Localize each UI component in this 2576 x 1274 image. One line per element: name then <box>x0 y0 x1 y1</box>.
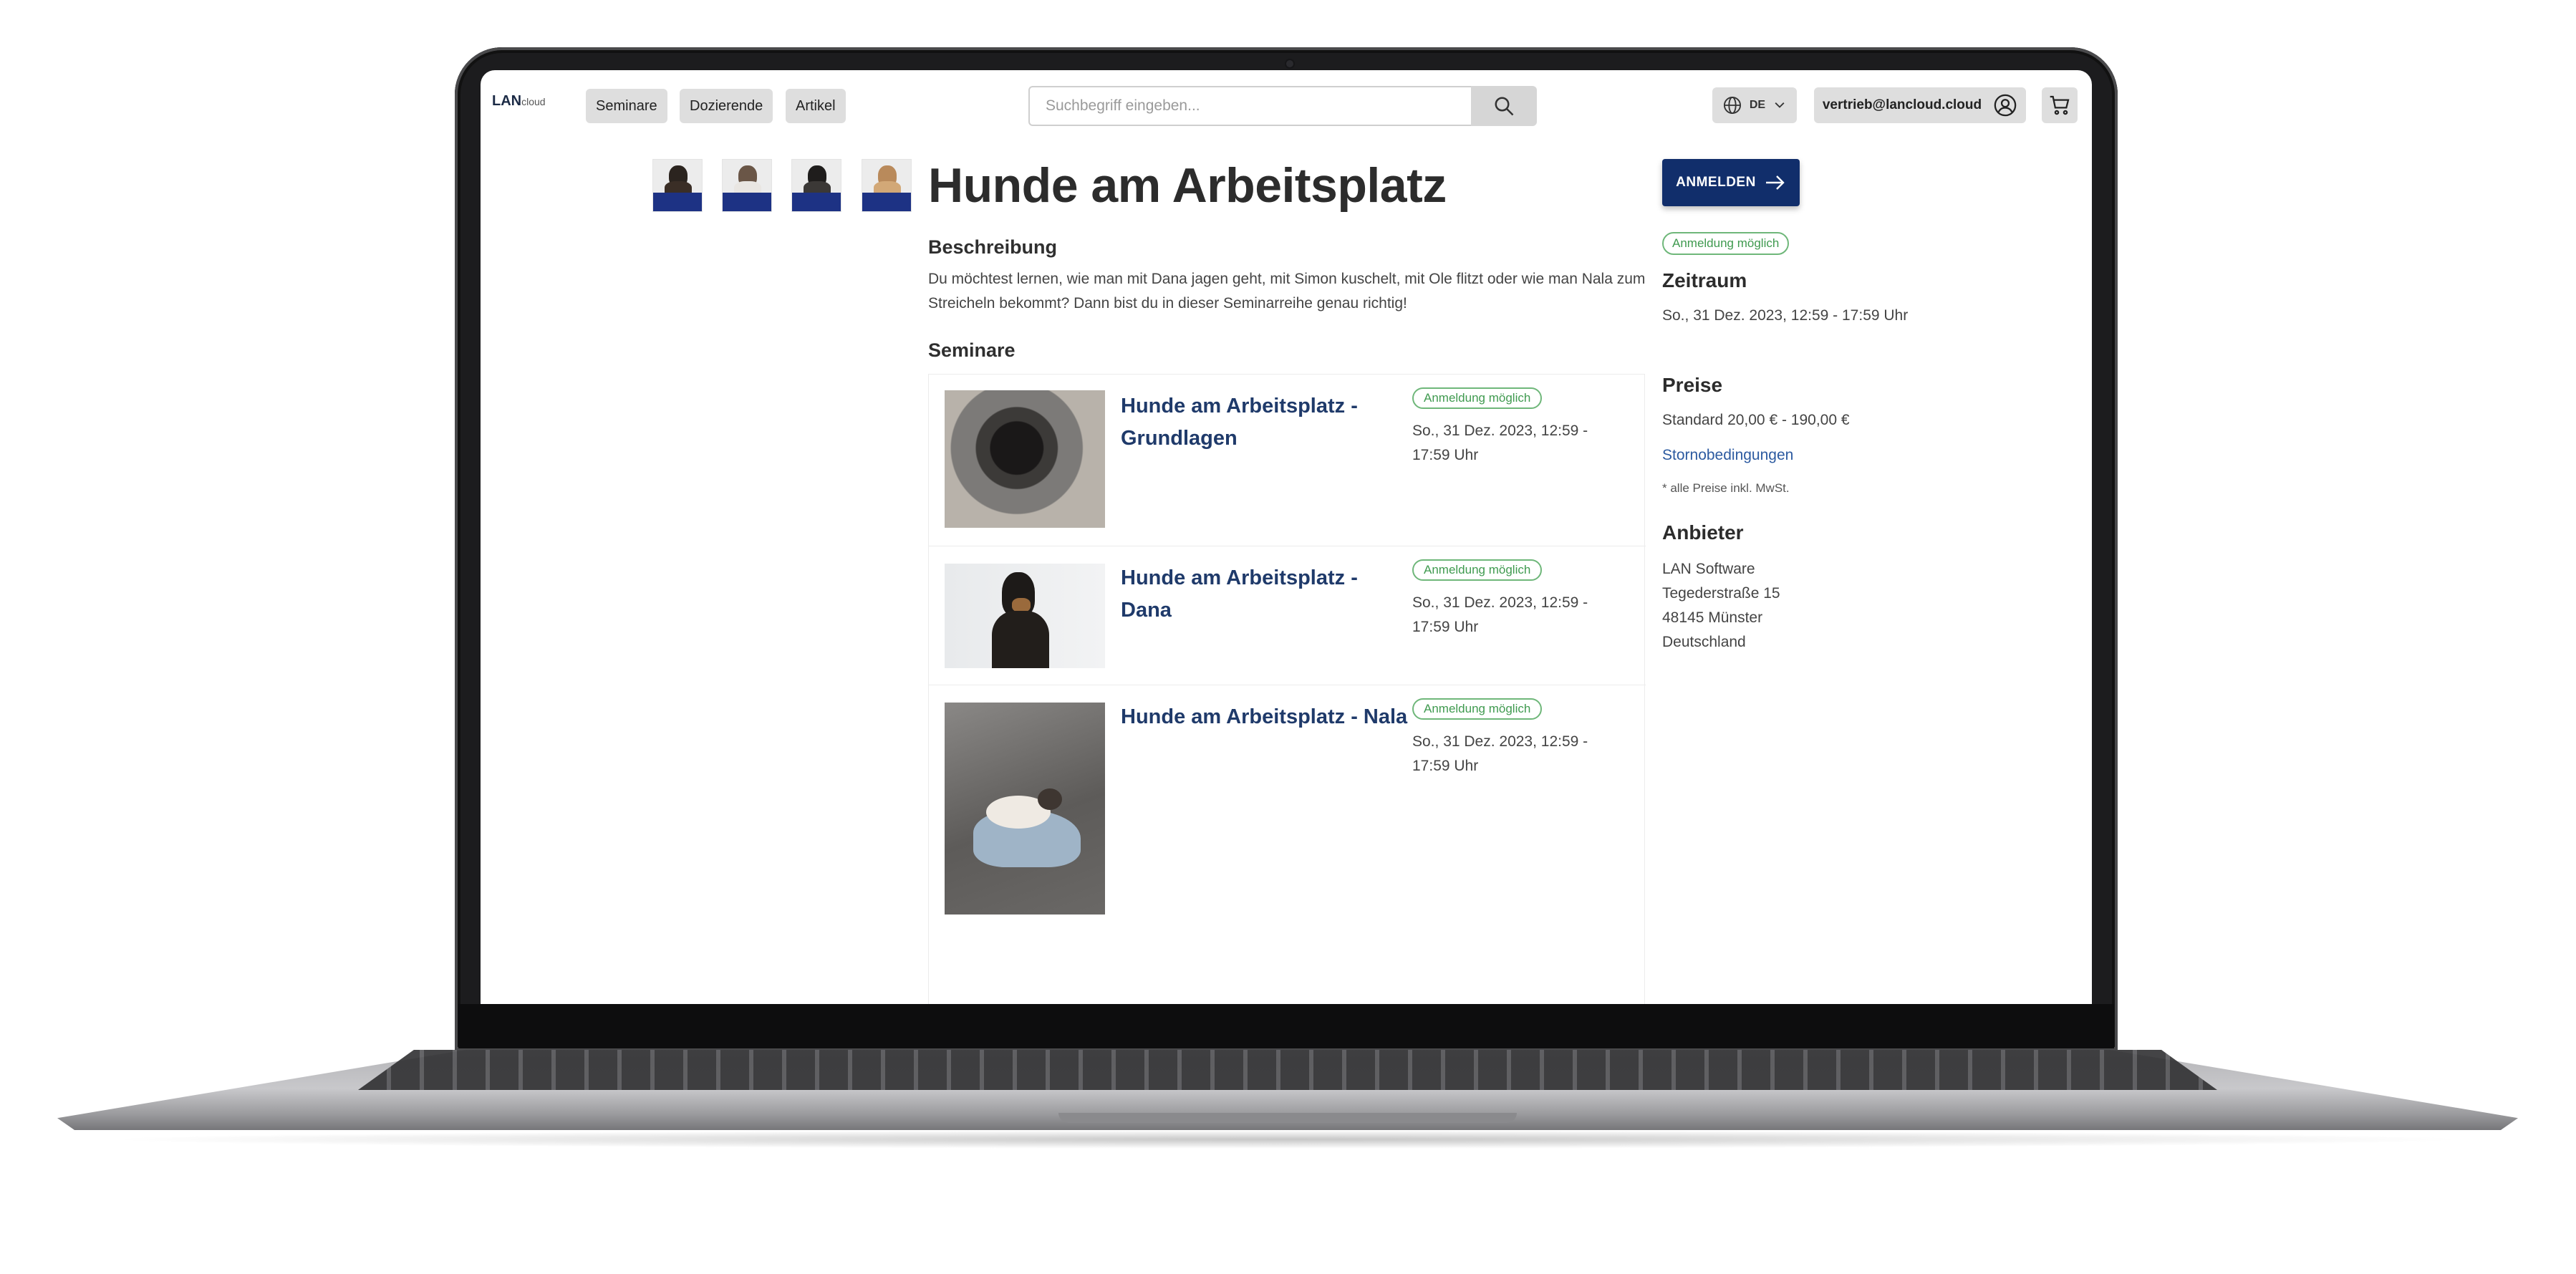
seminar-card[interactable]: Hunde am Arbeitsplatz - Grundlagen Anmel… <box>929 375 1646 546</box>
status-badge: Anmeldung möglich <box>1412 559 1543 581</box>
chevron-down-icon <box>1775 102 1785 108</box>
thumbnail-band <box>653 193 702 211</box>
laptop-shadow <box>100 1130 2475 1149</box>
site-logo[interactable]: LANcloud <box>492 93 546 110</box>
user-email: vertrieb@lancloud.cloud <box>1822 97 1982 112</box>
gallery-thumbnail[interactable] <box>862 159 912 212</box>
seminar-date: So., 31 Dez. 2023, 12:59 - 17:59 Uhr <box>1412 423 1588 463</box>
description-heading: Beschreibung <box>928 236 1058 258</box>
globe-icon <box>1723 96 1741 115</box>
seminar-title-link[interactable]: Hunde am Arbeitsplatz - Grundlagen <box>1121 390 1407 455</box>
seminar-card[interactable]: Hunde am Arbeitsplatz - Nala Anmeldung m… <box>929 685 1646 1004</box>
gallery-thumbnail[interactable] <box>652 159 703 212</box>
thumbnail-band <box>862 193 911 211</box>
provider-line: Tegederstraße 15 <box>1662 585 1780 602</box>
seminar-image <box>945 703 1105 915</box>
seminars-heading: Seminare <box>928 339 1016 361</box>
logo-text: LAN <box>492 93 522 109</box>
search-bar <box>1028 86 1537 126</box>
register-button[interactable]: ANMELDEN <box>1662 159 1800 206</box>
thumbnail-band <box>792 193 841 211</box>
status-badge: Anmeldung möglich <box>1412 387 1543 409</box>
laptop-keyboard <box>358 1050 2217 1090</box>
laptop-notch <box>1058 1113 1517 1123</box>
period-heading: Zeitraum <box>1662 269 1747 291</box>
status-badge: Anmeldung möglich <box>1662 232 1790 255</box>
seminar-date: So., 31 Dez. 2023, 12:59 - 17:59 Uhr <box>1412 733 1588 774</box>
description-text: Du möchtest lernen, wie man mit Dana jag… <box>928 271 1646 312</box>
dog-image <box>1038 788 1062 810</box>
seminar-title-link[interactable]: Hunde am Arbeitsplatz - Dana <box>1121 562 1407 627</box>
page-title: Hunde am Arbeitsplatz <box>928 158 1447 213</box>
cart-icon <box>2050 95 2070 115</box>
logo-subtext: cloud <box>521 96 546 107</box>
provider-line: 48145 Münster <box>1662 609 1763 626</box>
dog-image <box>1012 598 1031 612</box>
provider-line: LAN Software <box>1662 561 1755 577</box>
language-selector[interactable]: DE <box>1712 87 1797 123</box>
seminar-image <box>945 564 1105 668</box>
search-button[interactable] <box>1471 86 1537 126</box>
register-label: ANMELDEN <box>1676 175 1756 190</box>
browser-viewport: LANcloud Seminare Dozierende Artikel DE … <box>481 70 2092 1004</box>
gallery-thumbnail[interactable] <box>722 159 772 212</box>
provider-heading: Anbieter <box>1662 521 1744 544</box>
search-input[interactable] <box>1028 86 1472 126</box>
thumbnail-band <box>723 193 771 211</box>
laptop-bezel-bottom <box>458 1004 2114 1048</box>
search-icon <box>1495 97 1514 116</box>
camera-icon <box>1286 60 1293 67</box>
nav-seminare-button[interactable]: Seminare <box>586 89 667 123</box>
gallery-thumbnail[interactable] <box>791 159 841 212</box>
dog-image <box>992 611 1049 668</box>
nav-dozierende-button[interactable]: Dozierende <box>680 89 773 123</box>
cancellation-link[interactable]: Stornobedingungen <box>1662 447 1793 464</box>
cart-button[interactable] <box>2042 87 2078 123</box>
arrow-right-icon <box>1765 175 1785 190</box>
period-text: So., 31 Dez. 2023, 12:59 - 17:59 Uhr <box>1662 307 1909 324</box>
seminar-list: Hunde am Arbeitsplatz - Grundlagen Anmel… <box>928 374 1646 1004</box>
vat-note: * alle Preise inkl. MwSt. <box>1662 481 1790 495</box>
nav-artikel-button[interactable]: Artikel <box>786 89 846 123</box>
seminar-image <box>945 390 1105 528</box>
status-badge: Anmeldung möglich <box>1412 698 1543 720</box>
language-label: DE <box>1749 99 1766 111</box>
prices-text: Standard 20,00 € - 190,00 € <box>1662 412 1850 428</box>
prices-heading: Preise <box>1662 374 1723 396</box>
seminar-card[interactable]: Hunde am Arbeitsplatz - Dana Anmeldung m… <box>929 546 1646 685</box>
user-circle-icon <box>1994 94 2017 117</box>
seminar-title-link[interactable]: Hunde am Arbeitsplatz - Nala <box>1121 701 1422 733</box>
seminar-date: So., 31 Dez. 2023, 12:59 - 17:59 Uhr <box>1412 594 1588 635</box>
user-account-button[interactable]: vertrieb@lancloud.cloud <box>1814 87 2026 123</box>
provider-line: Deutschland <box>1662 634 1746 650</box>
